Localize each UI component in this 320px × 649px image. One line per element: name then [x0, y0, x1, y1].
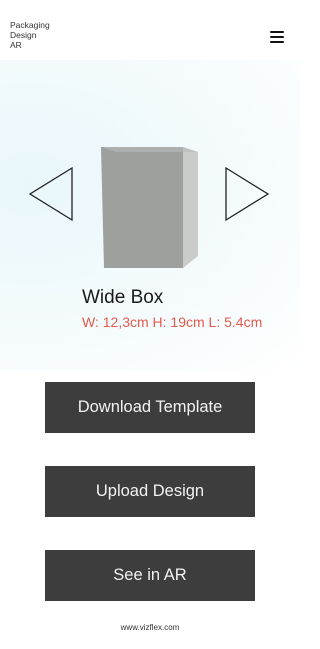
hamburger-menu-icon[interactable]	[266, 27, 288, 47]
menu-bar	[270, 31, 284, 33]
previous-product-button[interactable]	[28, 166, 76, 222]
chevron-left-outline-icon	[28, 166, 73, 222]
box-front-face	[101, 147, 183, 268]
menu-bar	[270, 36, 284, 38]
product-name: Wide Box	[82, 287, 164, 308]
chevron-right-outline-icon	[225, 166, 270, 222]
app-title-line: Packaging	[10, 20, 50, 30]
next-product-button[interactable]	[222, 166, 270, 222]
upload-design-button[interactable]: Upload Design	[45, 466, 255, 517]
app-title-line: Design	[10, 30, 37, 40]
box-3d-preview	[98, 144, 200, 270]
download-template-button[interactable]: Download Template	[45, 382, 255, 433]
see-in-ar-button[interactable]: See in AR	[45, 550, 255, 601]
website-link[interactable]: www.vizflex.com	[0, 623, 300, 632]
app-title: Packaging Design AR	[10, 20, 80, 50]
box-top-edge	[101, 147, 198, 152]
box-side-face	[183, 147, 198, 268]
product-dimensions: W: 12,3cm H: 19cm L: 5.4cm	[82, 314, 263, 330]
app-title-line: AR	[10, 40, 22, 50]
menu-bar	[270, 41, 284, 43]
